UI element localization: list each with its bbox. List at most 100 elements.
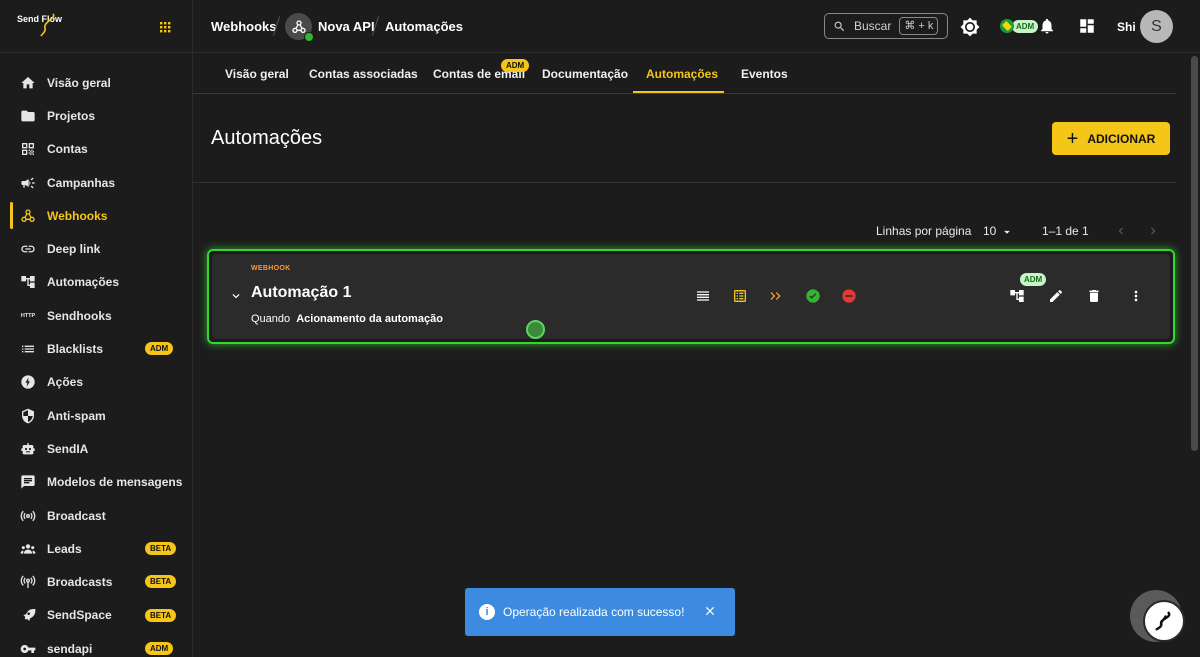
adm-badge: ADM (501, 59, 530, 72)
sidebar-item-automacoes[interactable]: Automações (0, 266, 193, 299)
sidebar-item-label: Automações (47, 275, 120, 290)
beta-badge: BETA (145, 575, 177, 589)
brightness-icon[interactable] (960, 17, 980, 37)
sidebar-item-sendapi[interactable]: sendapi ADM (0, 632, 193, 657)
language-selector[interactable]: ADM (1000, 18, 1039, 34)
dashboard-icon[interactable] (1078, 17, 1098, 37)
sidebar-item-visao-geral[interactable]: Visão geral (0, 66, 193, 99)
home-icon (20, 75, 36, 91)
automation-name: Automação 1 (251, 284, 352, 301)
breadcrumb-nova-api[interactable]: Nova API (318, 19, 375, 34)
sidebar-item-label: Leads (47, 541, 82, 556)
megaphone-icon (20, 175, 36, 191)
logs-icon[interactable] (732, 288, 748, 304)
sidebar-item-label: Ações (47, 375, 84, 390)
breadcrumb-automacoes: Automações (385, 19, 464, 34)
sidebar-item-contas[interactable]: Contas (0, 133, 193, 166)
more-vert-icon[interactable] (1128, 288, 1144, 304)
robot-icon (20, 441, 36, 457)
toast-message: Operação realizada com sucesso! (503, 605, 685, 619)
search-shortcut: ⌘ + k (899, 17, 939, 35)
flow-icon[interactable] (1009, 288, 1025, 304)
http-icon: HTTP (20, 312, 36, 319)
close-icon[interactable] (703, 604, 717, 618)
adm-badge: ADM (145, 342, 174, 356)
sidebar-item-sendia[interactable]: SendIA (0, 432, 193, 465)
sidebar-item-label: Deep link (47, 242, 101, 257)
automation-card[interactable]: WEBHOOK Automação 1 Quando Acionamento d… (212, 254, 1170, 339)
sidebar-item-blacklists[interactable]: Blacklists ADM (0, 332, 193, 365)
add-button-label: ADICIONAR (1087, 131, 1156, 146)
sidebar-item-anti-spam[interactable]: Anti-spam (0, 399, 193, 432)
tab-contas-associadas[interactable]: Contas associadas (309, 67, 418, 81)
rows-per-page-select[interactable]: 10 (983, 224, 996, 238)
sidebar-item-label: Modelos de mensagens (47, 475, 183, 490)
sidebar-item-campanhas[interactable]: Campanhas (0, 166, 193, 199)
shield-icon (20, 408, 36, 424)
user-avatar[interactable]: S (1140, 10, 1173, 43)
sidebar: Send Flow Visão geral Projetos Contas Ca… (0, 0, 193, 657)
sidebar-item-label: Sendhooks (47, 308, 112, 323)
plus-icon: + (1066, 127, 1079, 150)
tab-bar: Visão geral Contas associadas Contas de … (193, 53, 1176, 94)
tab-eventos[interactable]: Eventos (741, 67, 788, 81)
previous-page-icon[interactable] (1114, 224, 1128, 238)
tab-automacoes[interactable]: Automações (646, 67, 718, 81)
tab-visao-geral[interactable]: Visão geral (225, 67, 289, 81)
api-avatar[interactable] (285, 13, 314, 42)
tab-documentacao[interactable]: Documentação (542, 67, 628, 81)
automation-type: WEBHOOK (251, 265, 291, 272)
list-view-icon[interactable] (695, 288, 711, 304)
bell-icon[interactable] (1038, 17, 1058, 37)
sidebar-item-broadcasts[interactable]: Broadcasts BETA (0, 565, 193, 598)
sidebar-item-webhooks[interactable]: Webhooks (0, 199, 193, 232)
sidebar-item-sendspace[interactable]: SendSpace BETA (0, 599, 193, 632)
edit-icon[interactable] (1048, 288, 1064, 304)
scrollbar-thumb[interactable] (1191, 56, 1198, 451)
chevron-down-icon[interactable] (1000, 225, 1014, 239)
add-button[interactable]: + ADICIONAR (1052, 122, 1170, 155)
expand-chevron-icon[interactable] (229, 289, 243, 303)
broadcast-icon (20, 508, 36, 524)
sidebar-item-label: Webhooks (47, 208, 108, 223)
beta-badge: BETA (145, 608, 177, 622)
sidebar-item-projetos[interactable]: Projetos (0, 99, 193, 132)
breadcrumb-webhooks[interactable]: Webhooks (211, 19, 277, 34)
sidebar-item-leads[interactable]: Leads BETA (0, 532, 193, 565)
sendflow-swoosh-icon (1155, 611, 1171, 631)
qr-icon (20, 141, 36, 157)
people-icon (20, 541, 36, 557)
help-fab-button[interactable] (1143, 600, 1185, 642)
webhook-icon (20, 208, 36, 224)
logo-row: Send Flow (0, 0, 192, 53)
active-check-icon[interactable] (805, 288, 821, 304)
user-name[interactable]: Shi (1117, 20, 1136, 34)
delete-icon[interactable] (1086, 288, 1102, 304)
trigger-name: Acionamento da automação (296, 313, 443, 325)
bolt-icon (20, 374, 36, 390)
sidebar-item-deep-link[interactable]: Deep link (0, 232, 193, 265)
apps-grid-icon[interactable] (156, 18, 174, 36)
automation-icon (20, 274, 36, 290)
sidebar-item-broadcast[interactable]: Broadcast (0, 499, 193, 532)
rocket-icon (20, 607, 36, 623)
sidebar-item-sendhooks[interactable]: HTTP Sendhooks (0, 299, 193, 332)
brazil-flag-icon (1000, 19, 1014, 33)
sidebar-item-label: Broadcast (47, 508, 106, 523)
key-icon (20, 641, 36, 657)
top-bar: Webhooks Nova API Automações Buscar ⌘ + … (193, 0, 1200, 53)
sendflow-logo[interactable]: Send Flow (17, 13, 62, 37)
sidebar-item-label: sendapi (47, 641, 93, 656)
sidebar-item-modelos-de-mensagens[interactable]: Modelos de mensagens (0, 466, 193, 499)
fast-forward-icon[interactable] (768, 288, 784, 304)
sidebar-item-acoes[interactable]: Ações (0, 366, 193, 399)
online-status-dot (304, 32, 314, 42)
adm-badge: ADM (1020, 273, 1047, 286)
sidebar-nav: Visão geral Projetos Contas Campanhas We… (0, 66, 193, 657)
folder-icon (20, 108, 36, 124)
search-button[interactable]: Buscar ⌘ + k (824, 13, 948, 39)
broadcasts-icon (20, 574, 36, 590)
disable-icon[interactable] (841, 288, 857, 304)
next-page-icon[interactable] (1146, 224, 1160, 238)
search-label: Buscar (854, 19, 892, 33)
